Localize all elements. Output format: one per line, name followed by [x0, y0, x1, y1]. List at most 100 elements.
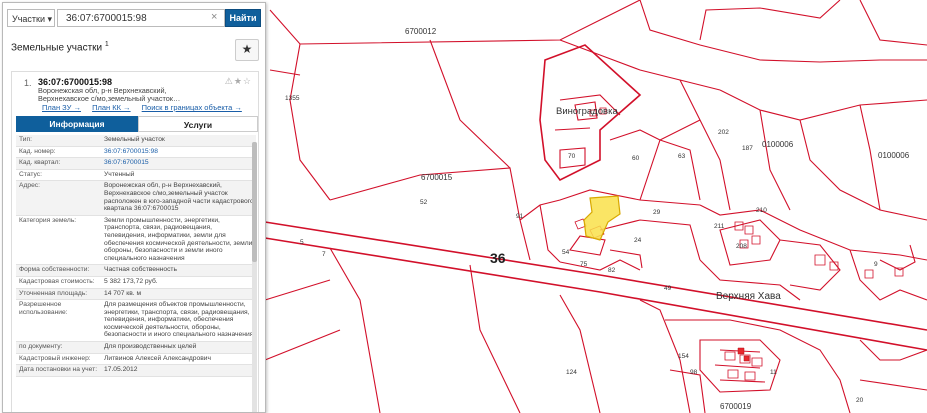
map-label: 98: [690, 369, 698, 376]
map-label: 60: [632, 155, 640, 162]
map-label: 6700012: [405, 27, 437, 36]
property-key: Разрешенное использование:: [19, 301, 68, 316]
result-address: Воронежская обл, р-н Верхнехавский, Верх…: [38, 87, 238, 103]
map-label: 210: [756, 207, 767, 214]
clear-icon[interactable]: ×: [211, 11, 217, 23]
property-key: Уточненная площадь:: [19, 289, 88, 297]
table-row: Кадастровый инженер: Литвинов Алексей Але…: [16, 353, 256, 365]
tab-info[interactable]: Информация: [16, 116, 138, 132]
property-value: 14 707 кв. м: [104, 289, 142, 297]
table-row: Кад. номер: 36:07:6700015:98: [16, 146, 256, 158]
chevron-down-icon: ▾: [47, 14, 53, 24]
table-row: по документу: Для производственных целей: [16, 341, 256, 354]
table-row: Адрес: Воронежская обл, р-н Верхнехавский…: [16, 180, 256, 216]
property-value: 5 382 173,72 руб.: [104, 277, 158, 285]
map-label: 211: [714, 223, 725, 230]
property-value: Литвинов Алексей Александрович: [104, 354, 211, 362]
result-number: 1.: [24, 78, 32, 88]
properties-table: Тип: Земельный участок Кад. номер: 36:07:67…: [16, 135, 256, 377]
map-label: 36: [490, 250, 506, 266]
property-key: по документу:: [19, 343, 63, 351]
map-label: 70: [568, 153, 576, 160]
property-value: Земли промышленности, энергетики, трансп…: [104, 216, 253, 262]
plan-kk-link[interactable]: План КК →: [92, 103, 131, 112]
section-title-text: Земельные участки: [11, 42, 103, 54]
table-row: Статус: Учтенный: [16, 169, 256, 181]
property-key: Дата постановки на учет:: [19, 366, 98, 374]
search-input[interactable]: [57, 9, 225, 27]
property-key: Кад. номер:: [19, 147, 56, 155]
map-label: 49: [664, 285, 672, 292]
map-label: 9: [874, 261, 878, 268]
map-label: 208: [736, 243, 747, 250]
map-label: 154: [678, 353, 689, 360]
table-row: Форма собственности: Частная собственност…: [16, 264, 256, 277]
map-label: 6700019: [720, 402, 752, 411]
property-value: Земельный участок: [104, 136, 165, 143]
search-type-label: Участки: [12, 14, 45, 24]
scrollbar[interactable]: [252, 142, 257, 412]
property-value: Для размещения объектов промышленности, …: [104, 301, 254, 339]
map-label: 187: [742, 145, 753, 152]
table-row: Уточненная площадь: 14 707 кв. м: [16, 288, 256, 300]
map-label: 52: [420, 199, 428, 206]
result-tabs: Информация Услуги: [16, 116, 258, 132]
result-card: 1. 36:07:6700015:98 ⚠★☆ Воронежская обл,…: [11, 71, 259, 412]
property-value: Воронежская обл, р-н Верхнехавский, Верх…: [104, 182, 254, 213]
search-panel: Участки ▾ × Найти Земельные участки 1 ★ …: [2, 2, 266, 413]
search-in-bounds-link[interactable]: Поиск в границах объекта →: [142, 103, 242, 112]
result-links: План ЗУ → План КК → Поиск в границах объ…: [42, 103, 251, 112]
map-label: 24: [634, 237, 642, 244]
table-row: Категория земель: Земли промышленности, э…: [16, 215, 256, 265]
table-row: Разрешенное использование: Для размещения…: [16, 300, 256, 342]
map-label: 20: [856, 397, 864, 404]
map-label: 202: [718, 129, 729, 136]
plan-zu-link[interactable]: План ЗУ →: [42, 103, 81, 112]
property-key: Кадастровая стоимость:: [19, 277, 95, 285]
table-row: Кадастровая стоимость: 5 382 173,72 руб.: [16, 276, 256, 288]
property-key: Кад. квартал:: [19, 159, 61, 167]
table-row: Тип: Земельный участок: [16, 135, 256, 147]
property-key: Тип:: [19, 136, 33, 143]
table-row: Дата постановки на учет: 17.05.2012: [16, 364, 256, 377]
map-label: 0100006: [762, 140, 794, 149]
map-label: 82: [608, 267, 616, 274]
map-label: 11: [770, 369, 777, 376]
map-label: 124: [566, 369, 577, 376]
scrollbar-thumb[interactable]: [252, 142, 257, 262]
map-label: 91: [516, 213, 524, 220]
map-label: 63: [678, 153, 686, 160]
address-line: Верхнехавское с/мо,земельный участок…: [38, 94, 181, 103]
map-label: Виноградовка: [556, 106, 618, 117]
map-label: 7: [322, 251, 326, 258]
selected-parcel[interactable]: [583, 195, 621, 241]
property-value: Частная собственность: [104, 266, 177, 274]
section-title: Земельные участки 1: [11, 41, 109, 53]
property-key: Статус:: [19, 170, 42, 178]
property-key: Адрес:: [19, 182, 41, 190]
property-value: 36:07:6700015: [104, 159, 149, 167]
property-value: 36:07:6700015:98: [104, 147, 158, 155]
property-value: Учтенный: [104, 170, 135, 178]
search-bar: Участки ▾ × Найти: [7, 9, 261, 29]
map-label: 75: [580, 261, 588, 268]
map-label: 54: [562, 249, 570, 256]
property-value: Для производственных целей: [104, 343, 197, 351]
property-key: Кадастровый инженер:: [19, 354, 91, 362]
property-value: 17.05.2012: [104, 366, 138, 374]
map-label: 0100006: [878, 151, 910, 160]
map-label: 5: [300, 239, 304, 246]
section-count: 1: [104, 41, 109, 48]
tab-services[interactable]: Услуги: [138, 116, 258, 132]
map-label: 1355: [285, 95, 300, 102]
map-label: Верхняя Хава: [716, 291, 781, 302]
map-label: 29: [653, 209, 661, 216]
map-label: 6700015: [421, 173, 453, 182]
result-tools-icon[interactable]: ⚠★☆: [225, 76, 252, 87]
favorites-star-icon[interactable]: ★: [235, 39, 259, 61]
property-key: Форма собственности:: [19, 266, 90, 274]
table-row: Кад. квартал: 36:07:6700015: [16, 157, 256, 170]
property-key: Категория земель:: [19, 216, 77, 224]
find-button[interactable]: Найти: [225, 9, 261, 27]
search-type-select[interactable]: Участки ▾: [7, 9, 55, 27]
